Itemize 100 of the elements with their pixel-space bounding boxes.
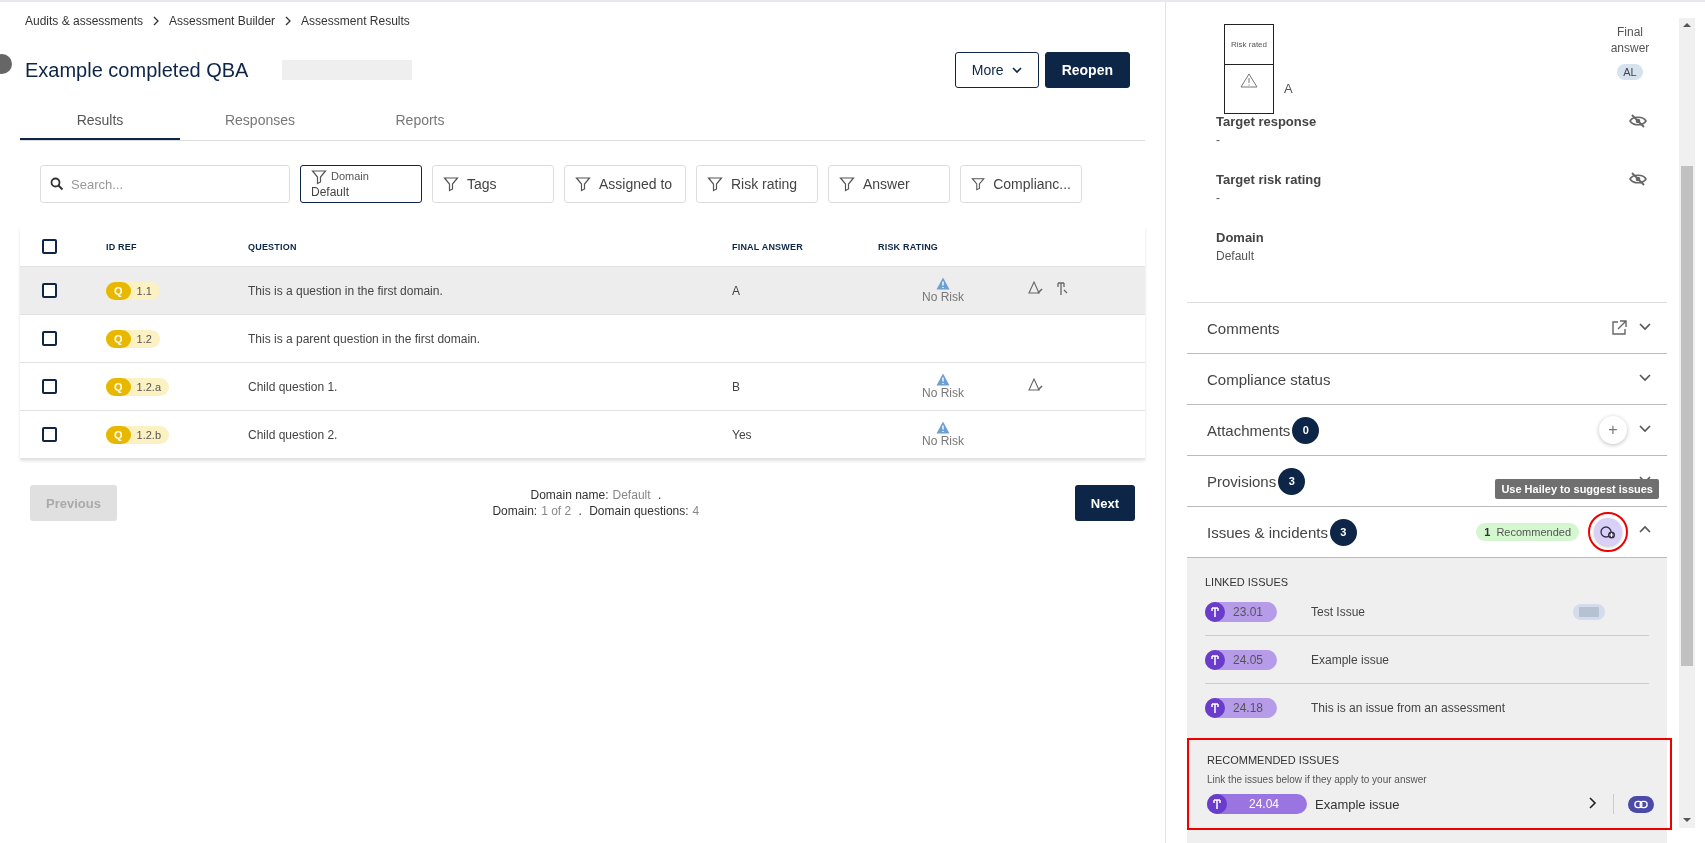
hint-text: Link the issues below if they apply to your answer [1207, 774, 1428, 785]
issue-icon [1209, 702, 1221, 714]
issue-title[interactable]: Test Issue [1311, 604, 1366, 619]
table-row[interactable]: Q 1.2.a Child question 1. B No Risk [20, 363, 1145, 411]
reopen-button[interactable]: Reopen [1044, 52, 1130, 88]
filter-button[interactable]: Complianc... [960, 165, 1082, 203]
tab[interactable]: Responses [180, 102, 340, 140]
filter-button[interactable]: Risk rating [696, 165, 818, 203]
page-title: Example completed QBA [25, 58, 249, 82]
link-button[interactable] [1628, 795, 1654, 813]
section-title[interactable]: Comments [1207, 319, 1280, 337]
separator-dot: . [656, 488, 662, 502]
search-field[interactable]: Search... [40, 165, 290, 203]
id-ref-badge: Q 1.2.a [106, 377, 170, 396]
count-badge: 0 [1292, 416, 1320, 444]
answer-text: A [1284, 81, 1293, 96]
column-header: FINAL ANSWER [732, 241, 804, 252]
field-label: Target risk rating [1216, 172, 1322, 187]
final-answer: A [732, 283, 741, 298]
filter-icon [443, 176, 459, 192]
tooltip: Use Hailey to suggest issues [1495, 479, 1659, 499]
add-button[interactable]: + [1599, 416, 1627, 444]
more-button[interactable]: More [954, 52, 1039, 88]
final-answer: B [732, 379, 741, 394]
table-row[interactable]: Q 1.2 This is a parent question in the first domain. [20, 315, 1145, 363]
info-label: Domain: [492, 504, 538, 518]
issue-title[interactable]: Example issue [1311, 652, 1390, 667]
filter-button[interactable]: Domain Default [300, 165, 422, 203]
risk-rated-box: Risk rated [1224, 24, 1274, 114]
issue-icon [1209, 653, 1221, 666]
question-text: Child question 2. [248, 427, 339, 442]
warning-icon [936, 421, 950, 434]
filter-button[interactable]: Answer [828, 165, 950, 203]
risk-rating: No Risk [922, 386, 964, 400]
filter-icon [575, 176, 591, 192]
row-checkbox[interactable] [42, 331, 57, 346]
tab[interactable]: Results [20, 102, 180, 140]
field-label: Domain [1216, 230, 1264, 245]
recommended-badge: 1 Recommended [1476, 523, 1579, 541]
field-value: - [1216, 191, 1221, 205]
row-checkbox[interactable] [42, 427, 57, 442]
final-answer: Yes [732, 427, 753, 442]
chevron-right-icon [1589, 797, 1597, 809]
breadcrumb-link[interactable]: Audits & assessments [25, 14, 144, 28]
column-header: RISK RATING [878, 241, 940, 252]
id-ref-badge: Q 1.2 [106, 329, 160, 348]
question-text: Child question 1. [248, 379, 339, 394]
warning-pencil-icon [1028, 377, 1044, 392]
breadcrumb-link[interactable]: Assessment Results [301, 14, 410, 28]
count-badge: 3 [1329, 518, 1357, 546]
filter-button[interactable]: Assigned to [564, 165, 686, 203]
caret-icon [1011, 66, 1022, 74]
select-all-checkbox[interactable] [42, 239, 57, 254]
section-title[interactable]: Provisions [1207, 472, 1277, 490]
issue-title[interactable]: This is an issue from an assessment [1311, 701, 1506, 715]
external-link-icon [1611, 320, 1627, 336]
info-value: 1 of 2 [541, 504, 572, 518]
scrollbar[interactable] [1679, 18, 1695, 828]
filter-icon [311, 169, 327, 185]
eye-off-icon [1629, 172, 1647, 186]
warning-icon [936, 373, 950, 386]
info-value: Default [612, 488, 651, 502]
issue-icon [1209, 605, 1221, 618]
column-header: QUESTION [248, 241, 298, 252]
filter-button[interactable]: Tags [432, 165, 554, 203]
risk-rating: No Risk [922, 290, 964, 304]
filter-icon [971, 176, 986, 192]
brain-plus-icon [1600, 525, 1616, 539]
field-value: Default [1216, 249, 1256, 263]
warning-pencil-icon [1028, 280, 1044, 295]
info-label: Domain questions: [589, 504, 689, 518]
section-heading: LINKED ISSUES [1204, 575, 1290, 588]
question-text: This is a question in the first domain. [248, 283, 444, 298]
issue-ref-badge[interactable]: 24.04 [1207, 794, 1307, 814]
section-title[interactable]: Compliance status [1207, 370, 1331, 388]
issue-icon [1211, 798, 1223, 810]
initials-avatar: AL [1617, 64, 1643, 80]
link-icon [1634, 799, 1648, 809]
field-label: Target response [1216, 114, 1317, 129]
section-title[interactable]: Attachments [1207, 421, 1291, 439]
eye-off-icon [1629, 114, 1647, 128]
next-button[interactable]: Next [1074, 485, 1135, 521]
filter-icon [707, 176, 723, 192]
row-checkbox[interactable] [42, 283, 57, 298]
filter-icon [839, 176, 855, 192]
column-header: ID REF [106, 241, 138, 252]
warning-icon [936, 277, 950, 290]
final-answer-label: Final answer [1609, 24, 1651, 56]
warning-icon [1240, 72, 1258, 88]
issue-title[interactable]: Example issue [1315, 796, 1400, 812]
breadcrumb-link[interactable]: Assessment Builder [169, 14, 276, 28]
tab[interactable]: Reports [340, 102, 500, 140]
section-title[interactable]: Issues & incidents [1207, 523, 1328, 541]
section-heading: RECOMMENDED ISSUES [1207, 753, 1341, 766]
table-row[interactable]: Q 1.2.b Child question 2. Yes No Risk [20, 411, 1145, 459]
table-row[interactable]: Q 1.1 This is a question in the first domain. A No Risk [20, 267, 1145, 315]
info-label: Domain name: [530, 488, 609, 502]
risk-rating: No Risk [922, 434, 964, 448]
search-icon [50, 177, 64, 191]
row-checkbox[interactable] [42, 379, 57, 394]
